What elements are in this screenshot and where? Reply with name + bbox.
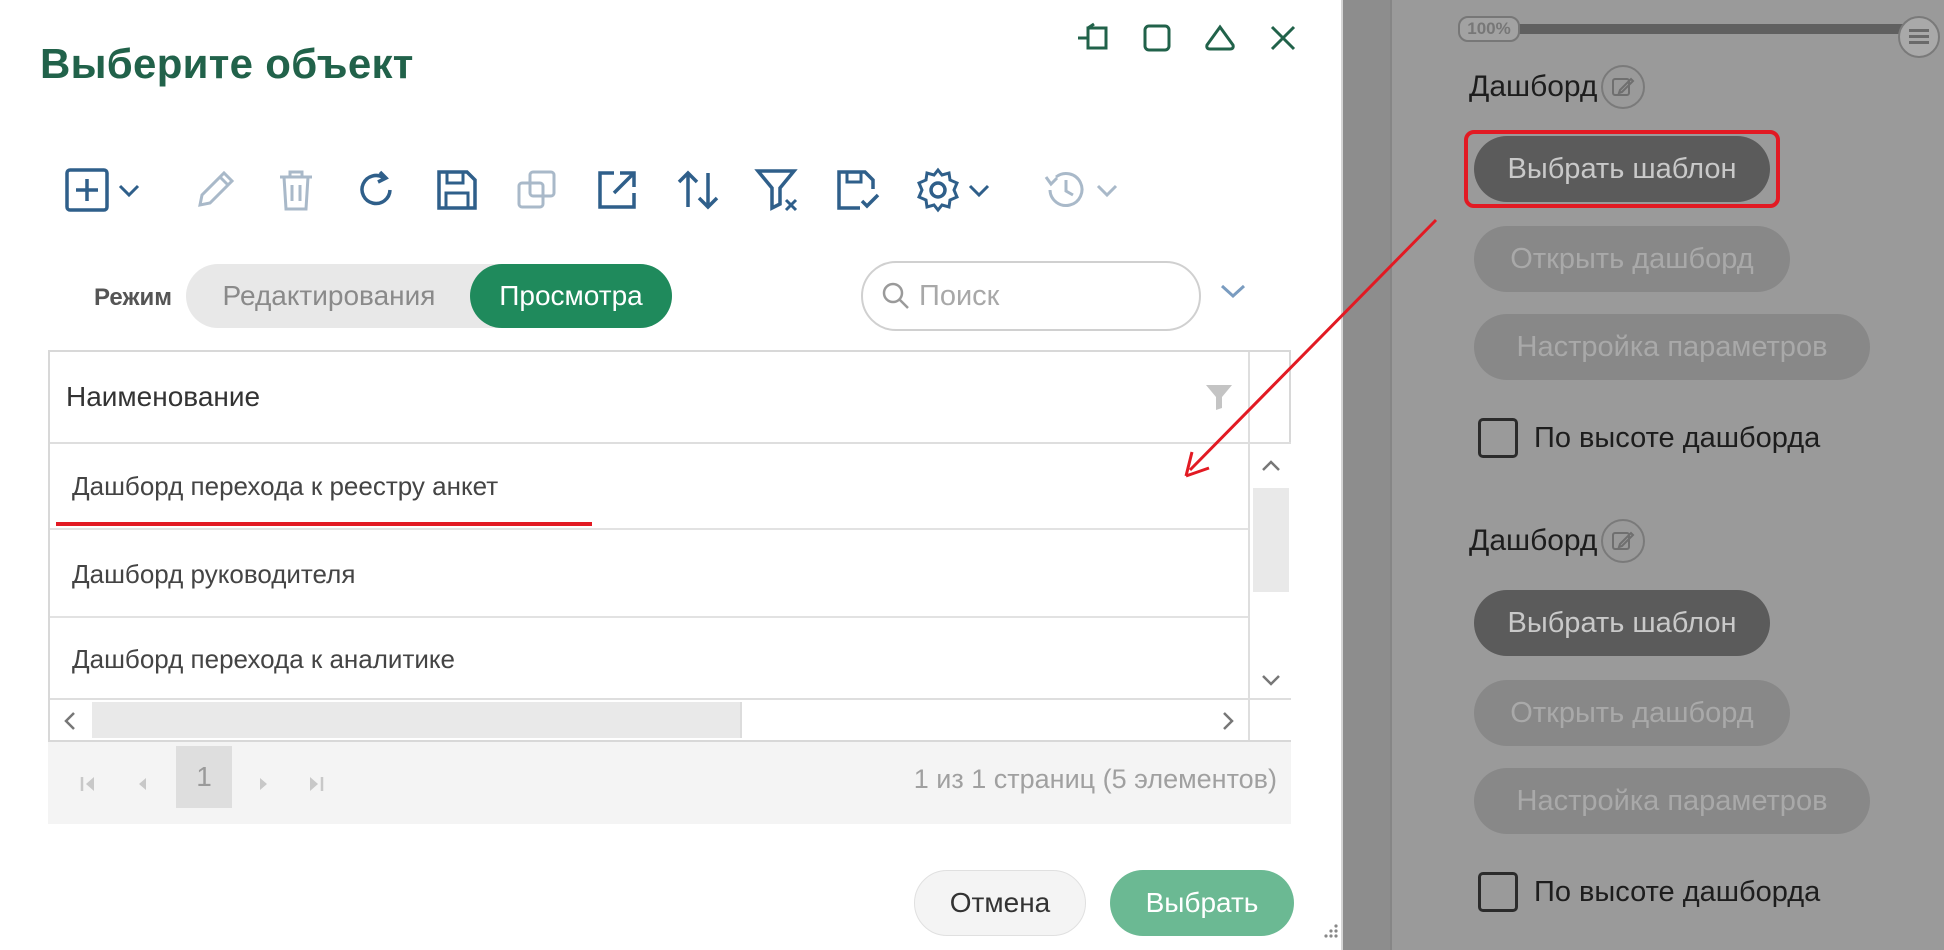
checkbox-label: По высоте дашборда [1534,421,1821,454]
add-button[interactable] [64,160,142,220]
open-dashboard-button[interactable]: Открыть дашборд [1474,226,1790,292]
mode-view-option[interactable]: Просмотра [470,264,672,328]
delete-button[interactable] [274,160,318,220]
section-title: Дашборд [1469,70,1598,103]
dialog-title: Выберите объект [40,40,414,87]
external-link-icon [598,171,636,209]
next-page-icon[interactable] [246,764,282,804]
edit-icon[interactable] [1601,519,1646,563]
scroll-corner [1248,698,1291,740]
refresh-icon [360,170,392,206]
sort-icon [677,170,719,210]
save-check-icon [837,170,880,210]
checkbox-label: По высоте дашборда [1534,875,1821,908]
horizontal-scroll-thumb[interactable] [92,702,742,738]
current-page[interactable]: 1 [176,746,232,808]
mode-toggle[interactable]: Редактирования Просмотра [186,264,672,328]
parameter-settings-button[interactable]: Настройка параметров [1474,768,1870,834]
pin-icon[interactable] [1072,16,1116,60]
pencil-icon [198,170,235,207]
table-row[interactable]: Дашборд перехода к аналитике [50,620,1248,698]
choose-template-button[interactable]: Выбрать шаблон [1474,136,1770,202]
sort-button[interactable] [674,160,722,220]
zoom-level: 100% [1458,16,1520,42]
pager: 1 1 из 1 страниц (5 элементов) [48,742,1291,824]
zoom-slider[interactable]: 100% [1458,16,1940,58]
section-title: Дашборд [1469,524,1598,557]
mode-label: Режим [94,284,172,311]
mode-edit-option[interactable]: Редактирования [186,264,472,328]
edit-button[interactable] [192,160,238,220]
vertical-scrollbar[interactable] [1248,444,1291,698]
choose-template-button[interactable]: Выбрать шаблон [1474,590,1770,656]
header-spacer [1248,352,1291,444]
zoom-track[interactable] [1518,16,1940,58]
search-box[interactable] [861,261,1201,331]
zoom-handle[interactable] [1898,16,1940,58]
add-icon [65,168,109,212]
maximize-icon[interactable] [1135,16,1179,60]
vertical-scroll-thumb[interactable] [1253,488,1289,592]
chevron-down-icon[interactable] [1218,276,1248,306]
dashboard-settings-panel: 100% Дашборд Выбрать шаблон Открыть дашб… [1390,0,1944,950]
open-dashboard-button[interactable]: Открыть дашборд [1474,680,1790,746]
last-page-icon[interactable] [298,764,334,804]
column-header-name[interactable]: Наименование [50,352,1248,444]
fit-height-checkbox-row[interactable]: По высоте дашборда [1478,872,1820,912]
chevron-up-icon[interactable] [1260,458,1282,474]
open-external-button[interactable] [594,160,640,220]
save-as-button[interactable] [834,160,882,220]
filter-icon[interactable] [1204,382,1234,412]
fit-height-checkbox[interactable] [1478,418,1518,458]
search-icon [882,282,909,309]
parameter-settings-button[interactable]: Настройка параметров [1474,314,1870,380]
copy-button[interactable] [514,160,560,220]
save-button[interactable] [434,160,480,220]
resize-grip-icon[interactable] [1320,922,1340,942]
close-icon[interactable] [1261,16,1305,60]
prev-page-icon[interactable] [124,764,160,804]
settings-button[interactable] [914,160,992,220]
dashboard-section-2: Дашборд [1469,518,1646,564]
history-button[interactable] [1042,160,1120,220]
backdrop-panel: 100% Дашборд Выбрать шаблон Открыть дашб… [1343,0,1944,950]
table-row[interactable]: Дашборд перехода к реестру анкет [50,444,1248,530]
horizontal-scrollbar[interactable] [50,698,1248,740]
gear-icon [917,167,959,213]
select-object-dialog: Выберите объект Режим Редактирования Про… [0,0,1343,950]
copy-icon [517,170,556,209]
chevron-down-icon [1096,184,1118,198]
fit-height-checkbox-row[interactable]: По высоте дашборда [1478,418,1820,458]
cancel-button[interactable]: Отмена [914,870,1086,936]
chevron-down-icon [968,184,990,198]
annotation-underline [56,522,592,526]
filter-clear-icon [754,169,798,212]
column-header-label: Наименование [66,381,261,412]
pager-info: 1 из 1 страниц (5 элементов) [913,764,1277,794]
first-page-icon[interactable] [70,764,106,804]
fit-height-checkbox[interactable] [1478,872,1518,912]
save-icon [437,170,477,210]
list-icon [1909,29,1929,44]
chevron-left-icon[interactable] [62,710,78,732]
select-button[interactable]: Выбрать [1110,870,1294,936]
table-row[interactable]: Дашборд руководителя [50,532,1248,618]
objects-grid: Наименование Дашборд перехода к реестру … [48,350,1291,742]
refresh-button[interactable] [354,160,398,220]
trash-icon [280,170,312,211]
collapse-icon[interactable] [1198,16,1242,60]
clear-filter-button[interactable] [754,160,802,220]
history-icon [1044,172,1084,207]
chevron-down-icon[interactable] [1260,672,1282,688]
chevron-right-icon[interactable] [1220,710,1236,732]
edit-icon[interactable] [1601,65,1646,109]
search-input[interactable] [919,279,1179,313]
chevron-down-icon [118,184,140,198]
dashboard-section-1: Дашборд [1469,64,1646,110]
